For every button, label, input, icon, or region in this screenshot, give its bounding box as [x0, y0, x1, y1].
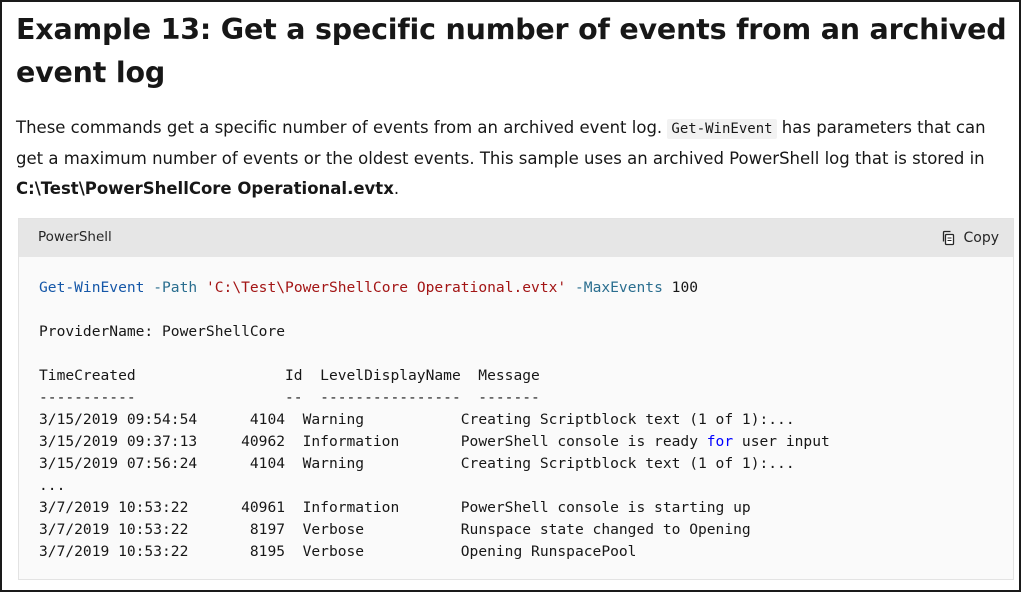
table-row-ellipsis: ...	[39, 477, 66, 494]
table-row: 3/7/2019 10:53:22 8195 Verbose Opening R…	[39, 543, 636, 560]
code-block: PowerShell Copy Get-WinEvent -Path 'C:\T…	[18, 218, 1014, 580]
row-level: Information	[302, 433, 461, 450]
code-provider-line: ProviderName: PowerShellCore	[39, 323, 286, 340]
code-table-rows: 3/15/2019 09:54:54 4104 Warning Creating…	[39, 411, 830, 560]
row-time-created: 3/15/2019 07:56:24	[39, 455, 233, 472]
copy-icon	[941, 230, 956, 246]
row-level: Warning	[302, 455, 461, 472]
table-row: 3/7/2019 10:53:22 8197 Verbose Runspace …	[39, 521, 751, 538]
row-id: 8195	[232, 543, 286, 560]
code-content: Get-WinEvent -Path 'C:\Test\PowerShellCo…	[39, 277, 830, 563]
code-line-command: Get-WinEvent -Path 'C:\Test\PowerShellCo…	[39, 279, 698, 296]
row-time-created: 3/7/2019 10:53:22	[39, 521, 233, 538]
row-id: 8197	[232, 521, 286, 538]
table-row: 3/15/2019 07:56:24 4104 Warning Creating…	[39, 455, 795, 472]
table-row: 3/7/2019 10:53:22 40961 Information Powe…	[39, 499, 751, 516]
code-cmdlet: Get-WinEvent	[39, 279, 145, 296]
code-table-separator: ----------- -- ---------------- -------	[39, 389, 540, 406]
description-text-3: .	[393, 179, 400, 198]
description-text-1: These commands get a specific number of …	[16, 118, 668, 137]
row-time-created: 3/15/2019 09:54:54	[39, 411, 233, 428]
row-message: Creating Scriptblock text (1 of 1):...	[460, 455, 795, 472]
row-message: PowerShell console is starting up	[460, 499, 751, 516]
row-id: 4104	[232, 411, 286, 428]
row-message: Creating Scriptblock text (1 of 1):...	[460, 411, 795, 428]
code-param-path: -Path	[153, 279, 198, 296]
code-max-value: 100	[671, 279, 699, 296]
table-row: ...	[39, 477, 65, 494]
copy-button[interactable]: Copy	[941, 228, 999, 248]
row-level: Warning	[302, 411, 461, 428]
code-table-header: TimeCreated Id LevelDisplayName Message	[39, 367, 540, 384]
row-time-created: 3/15/2019 09:37:13	[39, 433, 233, 450]
row-time-created: 3/7/2019 10:53:22	[39, 499, 233, 516]
example-description: These commands get a specific number of …	[16, 113, 1012, 204]
row-id: 4104	[232, 455, 286, 472]
copy-label: Copy	[963, 230, 999, 246]
row-id: 40961	[232, 499, 286, 516]
archived-log-path: C:\Test\PowerShellCore Operational.evtx	[16, 179, 394, 198]
code-block-header: PowerShell Copy	[19, 219, 1013, 257]
inline-code-cmdlet: Get-WinEvent	[667, 119, 777, 139]
row-level: Verbose	[302, 543, 461, 560]
code-path-string: 'C:\Test\PowerShellCore Operational.evtx…	[205, 279, 567, 296]
document-frame: Example 13: Get a specific number of eve…	[0, 0, 1021, 592]
table-row: 3/15/2019 09:54:54 4104 Warning Creating…	[39, 411, 795, 428]
row-message: Runspace state changed to Opening	[460, 521, 751, 538]
row-level: Verbose	[302, 521, 461, 538]
code-param-maxevents: -MaxEvents	[575, 279, 663, 296]
row-message: Opening RunspacePool	[460, 543, 637, 560]
table-row: 3/15/2019 09:37:13 40962 Information Pow…	[39, 433, 830, 450]
row-id: 40962	[232, 433, 286, 450]
code-language-label: PowerShell	[38, 229, 112, 245]
row-message: PowerShell console is ready for user inp…	[460, 433, 830, 450]
row-message-keyword: for	[706, 433, 734, 450]
row-time-created: 3/7/2019 10:53:22	[39, 543, 233, 560]
example-heading: Example 13: Get a specific number of eve…	[16, 13, 1007, 89]
row-level: Information	[302, 499, 461, 516]
